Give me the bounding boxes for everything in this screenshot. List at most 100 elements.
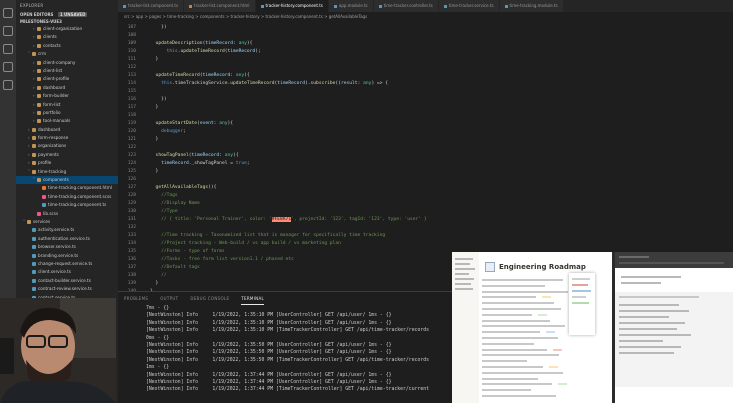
tree-item[interactable]: › tool-manuals [16, 117, 118, 125]
doc-text-line [482, 366, 544, 368]
tree-item-label: contact-builder.service.ts [38, 277, 91, 283]
code-line[interactable]: 115 [118, 88, 150, 96]
line-number: 112 [127, 65, 136, 70]
code-line[interactable]: 108 [118, 32, 150, 40]
code-line[interactable]: 131 // { title: 'Personal Trainer', colo… [118, 216, 427, 224]
code-line[interactable]: 136 //Tasks - free form list version1.1 … [118, 256, 294, 264]
doc-text-line [482, 383, 553, 386]
source-control-icon[interactable] [3, 44, 13, 54]
tree-item[interactable]: ˅ components [16, 176, 118, 185]
code-line[interactable]: 137 //Default tags [118, 264, 200, 272]
tree-item[interactable]: contact-builder.service.ts [16, 277, 118, 285]
extensions-icon[interactable] [3, 80, 13, 90]
code-editor[interactable]: 107 }) 108 109 updateDescription(timeRecor… [118, 21, 733, 291]
code-line[interactable]: 125 } [118, 168, 159, 176]
folder-icon [37, 119, 41, 124]
editor-tab[interactable]: time-tracker.controller.ts [373, 0, 439, 12]
code-line[interactable]: 126 [118, 176, 150, 184]
editor-tab[interactable]: tracker-list.component.ts [118, 0, 185, 12]
tree-item[interactable]: › contacts [16, 42, 118, 50]
tree-item[interactable]: › organizations [16, 142, 118, 150]
tree-item[interactable]: authentication.service.ts [16, 235, 118, 243]
code-text: //Display Name [161, 201, 200, 206]
code-line[interactable]: 113 updateTimeRecord(timeRecord: any){ [118, 72, 250, 80]
tree-item[interactable]: client.service.ts [16, 268, 118, 276]
file-type-icon [504, 4, 508, 8]
run-debug-icon[interactable] [3, 62, 13, 72]
tree-item[interactable]: change-request.service.ts [16, 260, 118, 268]
tree-item[interactable]: › clients [16, 33, 118, 41]
tree-item[interactable]: › client-company [16, 59, 118, 67]
panel-tab[interactable]: PROBLEMS [124, 292, 148, 305]
code-line[interactable]: 116 }) [118, 96, 167, 104]
editor-tab[interactable]: app.module.ts [328, 0, 374, 12]
tree-item[interactable]: › client-profile [16, 75, 118, 83]
tree-item[interactable]: activity.service.ts [16, 226, 118, 234]
code-line[interactable]: 132 [118, 224, 150, 232]
tree-item[interactable]: time-tracking.component.scss [16, 193, 118, 201]
code-line[interactable]: 129 //Display Name [118, 200, 200, 208]
tree-item[interactable]: ˅ crm [16, 50, 118, 58]
tree-item[interactable]: time-tracking.component.html [16, 184, 118, 192]
tree-item[interactable]: › profile [16, 159, 118, 167]
folder-icon [37, 43, 41, 48]
code-line[interactable]: 121 } [118, 136, 159, 144]
workspace-section[interactable]: MILESTONES-VUE3 [16, 18, 118, 25]
tree-item[interactable]: › form-response [16, 134, 118, 142]
breadcrumb[interactable]: src > app > pages > time-tracking > comp… [118, 12, 733, 21]
tree-item[interactable]: branding.service.ts [16, 252, 118, 260]
code-line[interactable]: 139 } [118, 280, 159, 288]
panel-tab[interactable]: TERMINAL [241, 292, 265, 305]
search-icon[interactable] [3, 26, 13, 36]
editor-tab[interactable]: time-tracking.module.ts [499, 0, 564, 12]
tree-item[interactable]: › dashboard [16, 126, 118, 134]
tree-item[interactable]: › client-organization [16, 25, 118, 33]
tree-item[interactable]: ˅ time-tracking [16, 168, 118, 176]
code-line[interactable]: 111 } [118, 56, 159, 64]
code-line[interactable]: 128 //Tags [118, 192, 178, 200]
panel-tab[interactable]: OUTPUT [160, 292, 178, 305]
code-text: //Project tracking - Web-build / vs app … [161, 241, 341, 246]
code-line[interactable]: 112 [118, 64, 150, 72]
code-line[interactable]: 127 getAllAvailableTags(){ [118, 184, 217, 192]
tree-item[interactable]: › portfolio [16, 109, 118, 117]
code-line[interactable]: 133 //Time tracking - Taxonomized list t… [118, 232, 385, 240]
code-line[interactable]: 110 this.updateTimeRecord(timeRecord); [118, 48, 261, 56]
line-number: 121 [127, 137, 136, 142]
code-line[interactable]: 119 updateStartDate(event: any){ [118, 120, 233, 128]
code-line[interactable]: 135 //Forms - type of forms [118, 248, 225, 256]
folder-icon [27, 219, 31, 224]
tree-item-label: activity.service.ts [38, 227, 75, 233]
editor-tab[interactable]: tracker-history.component.ts [255, 0, 329, 12]
panel-tab[interactable]: DEBUG CONSOLE [190, 292, 229, 305]
code-line[interactable]: 107 }) [118, 24, 167, 32]
line-number: 110 [127, 49, 136, 54]
tree-item[interactable]: › dashboard [16, 84, 118, 92]
tree-item[interactable]: › payments [16, 151, 118, 159]
editor-tab[interactable]: time-tracker.service.ts [438, 0, 500, 12]
code-line[interactable]: 120 debugger; [118, 128, 186, 136]
code-line[interactable]: 114 this.timeTrackingService.updateTimeR… [118, 80, 388, 88]
file-icon [42, 186, 46, 191]
editor-tab[interactable]: tracker-list.component.html [184, 0, 256, 12]
file-icon [32, 270, 36, 275]
code-line[interactable]: 118 [118, 112, 150, 120]
code-line[interactable]: 124 timeRecord._showTagPanel = true; [118, 160, 250, 168]
code-line[interactable]: 134 //Project tracking - Web-build / vs … [118, 240, 341, 248]
code-line[interactable]: 122 [118, 144, 150, 152]
files-icon[interactable] [3, 8, 13, 18]
code-line[interactable]: 117 } [118, 104, 159, 112]
tree-item[interactable]: time-tracking.component.ts [16, 201, 118, 209]
tree-item[interactable]: ˅ services [16, 218, 118, 226]
tree-item[interactable]: lib.scss [16, 210, 118, 218]
code-line[interactable]: 138 // [118, 272, 167, 280]
tree-item[interactable]: › client-list [16, 67, 118, 75]
open-editors-section[interactable]: OPEN EDITORS 1 UNSAVED [16, 11, 118, 18]
tree-item[interactable]: › form-list [16, 101, 118, 109]
code-line[interactable]: 130 //Type [118, 208, 178, 216]
tree-item[interactable]: contract-review.service.ts [16, 285, 118, 293]
tree-item[interactable]: browser.service.ts [16, 243, 118, 251]
code-line[interactable]: 123 showTagPanel(timeRecord: any){ [118, 152, 239, 160]
code-line[interactable]: 109 updateDescription(timeRecord: any){ [118, 40, 253, 48]
tree-item[interactable]: › form-builder [16, 92, 118, 100]
